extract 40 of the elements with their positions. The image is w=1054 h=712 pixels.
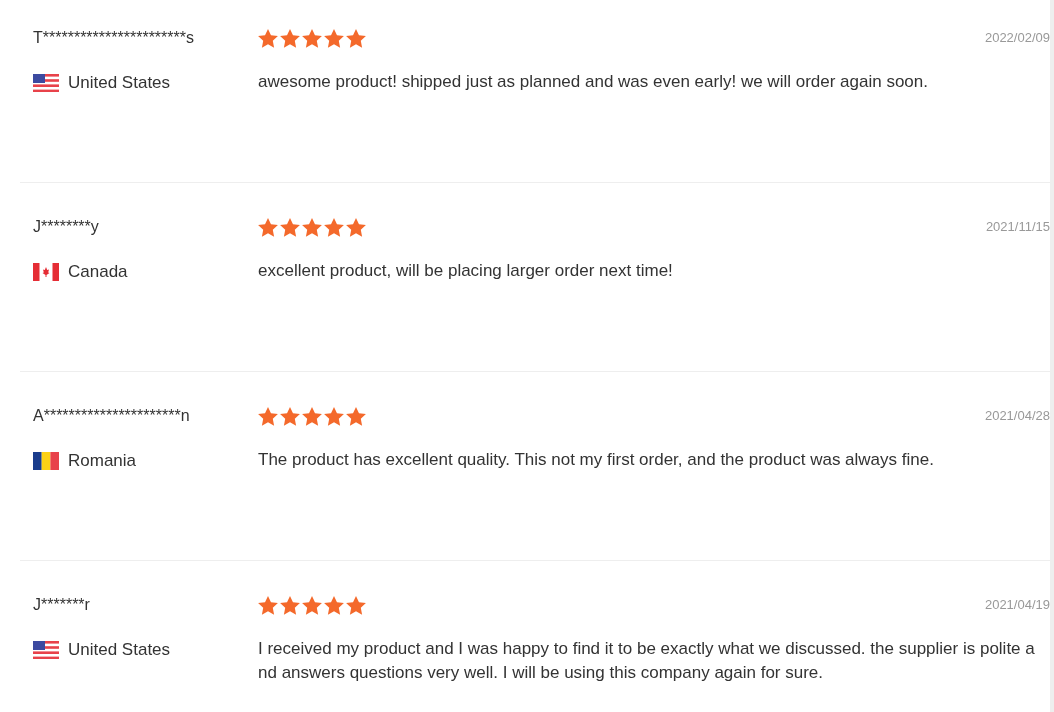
star-icon: [324, 217, 344, 237]
review-text: excellent product, will be placing larger order next time!: [258, 260, 674, 282]
reviewer-name: A**********************n: [33, 406, 191, 426]
review-text: awesome product! shipped just as planned and was even early! we will order again soon.: [258, 71, 929, 93]
star-icon: [324, 28, 344, 48]
review-text: I received my product and I was happy to find it to be exactly what we discussed. the supplier is polite and answers questions very well. I will be using this company again for sure.: [258, 638, 1036, 684]
star-icon: [346, 406, 366, 426]
flag-icon: [33, 451, 59, 470]
star-icon: [346, 595, 366, 615]
flag-icon: [33, 640, 59, 659]
country-name: Canada: [68, 261, 128, 283]
star-icon: [280, 28, 300, 48]
review-text: The product has excellent quality. This not my first order, and the product was always fine.: [258, 449, 935, 471]
star-icon: [324, 595, 344, 615]
star-icon: [258, 28, 278, 48]
country-name: United States: [68, 72, 171, 94]
review-date: 2021/11/15: [985, 218, 1050, 237]
review-date: 2021/04/19: [984, 596, 1050, 615]
flag-icon: [33, 262, 59, 281]
country-name: Romania: [68, 450, 137, 472]
reviewer-name: J*******r: [33, 595, 91, 615]
country-name: United States: [68, 639, 171, 661]
star-icon: [346, 217, 366, 237]
star-icon: [280, 406, 300, 426]
star-icon: [280, 217, 300, 237]
star-icon: [346, 28, 366, 48]
star-icon: [302, 595, 322, 615]
star-icon: [258, 595, 278, 615]
star-icon: [324, 406, 344, 426]
reviewer-name: T***********************s: [33, 28, 195, 48]
star-icon: [280, 595, 300, 615]
star-icon: [302, 406, 322, 426]
star-icon: [302, 28, 322, 48]
reviewer-name: J********y: [33, 217, 100, 237]
flag-icon: [33, 73, 59, 92]
review-date: 2022/02/09: [984, 29, 1050, 48]
star-icon: [302, 217, 322, 237]
review-date: 2021/04/28: [984, 407, 1050, 426]
star-icon: [258, 406, 278, 426]
star-icon: [258, 217, 278, 237]
